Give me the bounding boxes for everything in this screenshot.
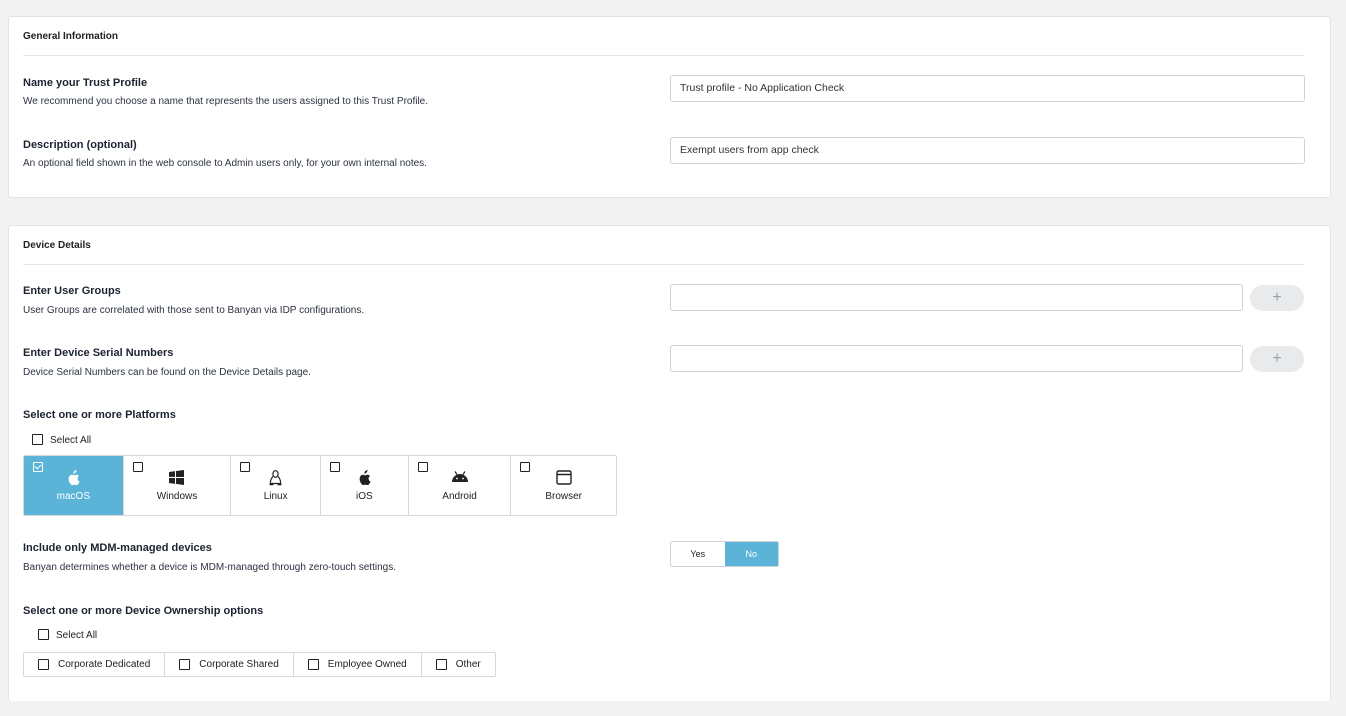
platform-browser[interactable]: Browser bbox=[511, 456, 616, 515]
windows-icon bbox=[124, 470, 231, 488]
platform-browser-label: Browser bbox=[545, 491, 583, 502]
platforms-select-all[interactable]: Select All bbox=[32, 434, 92, 447]
device-details-header: Device Details bbox=[23, 240, 1304, 265]
platform-linux-label: Linux bbox=[263, 491, 288, 502]
user-groups-description: User Groups are correlated with those se… bbox=[23, 305, 365, 316]
apple-icon bbox=[24, 470, 123, 488]
general-information-header: General Information bbox=[23, 31, 1304, 56]
platform-macos[interactable]: macOS bbox=[24, 456, 124, 515]
serial-numbers-input[interactable] bbox=[670, 345, 1243, 372]
platform-android-label: Android bbox=[442, 491, 477, 502]
platforms-title: Select one or more Platforms bbox=[23, 409, 176, 421]
description-help-text: An optional field shown in the web conso… bbox=[23, 158, 427, 169]
platforms-select-all-checkbox[interactable] bbox=[32, 434, 43, 445]
ownership-selector: Corporate Dedicated Corporate Shared Emp… bbox=[23, 652, 496, 677]
ownership-employee-owned[interactable]: Employee Owned bbox=[294, 653, 422, 676]
mdm-description: Banyan determines whether a device is MD… bbox=[23, 562, 396, 573]
trust-profile-name-description: We recommend you choose a name that repr… bbox=[23, 96, 429, 107]
ownership-employee-owned-checkbox[interactable] bbox=[307, 659, 319, 670]
ownership-other-label: Other bbox=[455, 659, 481, 670]
ownership-corporate-dedicated-checkbox[interactable] bbox=[38, 659, 49, 670]
platform-ios[interactable]: iOS bbox=[321, 456, 409, 515]
platform-macos-label: macOS bbox=[56, 491, 90, 502]
ownership-select-all-label: Select All bbox=[56, 630, 98, 642]
add-user-group-button[interactable]: + bbox=[1250, 285, 1304, 311]
serial-numbers-title: Enter Device Serial Numbers bbox=[23, 347, 174, 359]
ownership-select-all-checkbox[interactable] bbox=[38, 629, 49, 640]
ownership-other[interactable]: Other bbox=[422, 653, 495, 676]
mdm-no-button[interactable]: No bbox=[724, 542, 778, 566]
ownership-corporate-shared-checkbox[interactable] bbox=[179, 659, 191, 670]
linux-icon bbox=[231, 470, 320, 488]
ownership-select-all[interactable]: Select All bbox=[38, 629, 98, 642]
general-information-card: General Information Name your Trust Prof… bbox=[8, 16, 1331, 198]
platform-windows[interactable]: Windows bbox=[123, 456, 232, 515]
platform-ios-label: iOS bbox=[356, 491, 373, 502]
add-serial-number-button[interactable]: + bbox=[1250, 346, 1304, 372]
ownership-title: Select one or more Device Ownership opti… bbox=[23, 605, 264, 617]
ownership-corporate-shared[interactable]: Corporate Shared bbox=[165, 653, 294, 676]
mdm-title: Include only MDM-managed devices bbox=[23, 542, 212, 554]
serial-numbers-description: Device Serial Numbers can be found on th… bbox=[23, 367, 311, 378]
user-groups-title: Enter User Groups bbox=[23, 285, 121, 297]
android-icon bbox=[409, 470, 511, 488]
browser-icon bbox=[511, 470, 616, 488]
platform-android[interactable]: Android bbox=[408, 456, 512, 515]
platforms-select-all-label: Select All bbox=[50, 435, 92, 447]
ownership-corporate-dedicated-label: Corporate Dedicated bbox=[58, 659, 151, 670]
apple-icon bbox=[321, 470, 408, 488]
device-details-card: Device Details Enter User Groups User Gr… bbox=[8, 225, 1331, 701]
platform-linux[interactable]: Linux bbox=[231, 456, 321, 515]
trust-profile-name-input[interactable]: Trust profile - No Application Check bbox=[670, 75, 1305, 102]
description-input[interactable]: Exempt users from app check bbox=[670, 137, 1305, 164]
ownership-corporate-shared-label: Corporate Shared bbox=[199, 659, 279, 670]
ownership-employee-owned-label: Employee Owned bbox=[327, 659, 407, 670]
ownership-corporate-dedicated[interactable]: Corporate Dedicated bbox=[24, 653, 166, 676]
user-groups-input[interactable] bbox=[670, 284, 1243, 311]
mdm-yes-button[interactable]: Yes bbox=[671, 542, 725, 566]
platform-windows-label: Windows bbox=[156, 491, 198, 502]
mdm-toggle: Yes No bbox=[670, 541, 779, 567]
description-title: Description (optional) bbox=[23, 139, 137, 151]
platform-selector: macOS Windows Linux iOS Android Browser bbox=[23, 455, 617, 516]
ownership-other-checkbox[interactable] bbox=[435, 659, 447, 670]
trust-profile-name-title: Name your Trust Profile bbox=[23, 77, 148, 89]
